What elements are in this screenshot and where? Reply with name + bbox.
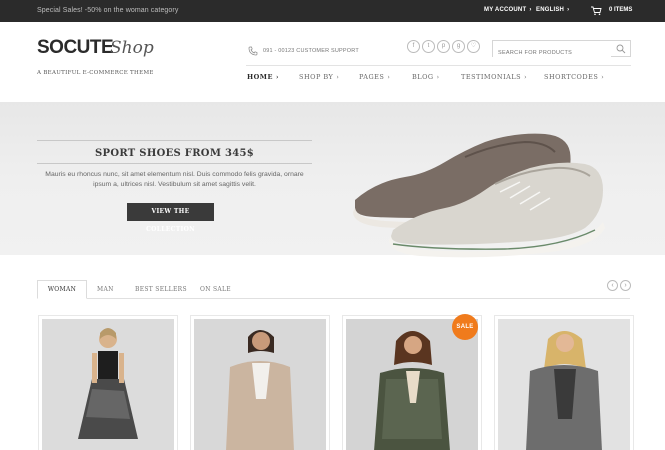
product-image[interactable] — [346, 319, 478, 450]
tab-man[interactable]: MAN — [97, 286, 114, 293]
tab-woman[interactable]: WOMAN — [37, 280, 87, 299]
cart-icon[interactable] — [590, 4, 602, 16]
phone-support: 091 - 00123 CUSTOMER SUPPORT — [263, 48, 359, 54]
nav-item-shop-by[interactable]: SHOP BY › — [299, 73, 339, 81]
hero-banner: SPORT SHOES FROM 345$ Mauris eu rhoncus … — [0, 102, 665, 258]
product-image[interactable] — [498, 319, 630, 450]
promo-text: Special Sales! -50% on the woman categor… — [37, 7, 179, 14]
tab-best-sellers[interactable]: BEST SELLERS — [135, 286, 187, 293]
chevron-right-icon: › — [436, 74, 440, 81]
hero-title: SPORT SHOES FROM 345$ — [94, 148, 255, 159]
sale-badge: SALE — [452, 314, 478, 340]
pinterest-icon[interactable]: p — [437, 40, 450, 53]
chevron-right-icon: › — [601, 74, 605, 81]
google-plus-icon[interactable]: g — [452, 40, 465, 53]
heart-icon[interactable]: ♡ — [467, 40, 480, 53]
next-arrow-icon[interactable]: › — [620, 280, 631, 291]
nav-item-home[interactable]: HOME › — [247, 73, 279, 81]
phone-icon — [248, 46, 258, 56]
tabs-divider — [37, 298, 630, 299]
hero-divider-top — [37, 140, 312, 141]
prev-arrow-icon[interactable]: ‹ — [607, 280, 618, 291]
hero-shoes-image[interactable] — [345, 122, 615, 262]
nav-divider — [246, 65, 631, 66]
tagline: A BEAUTIFUL E-COMMERCE THEME — [37, 70, 154, 76]
chevron-right-icon: › — [529, 7, 532, 13]
top-bar: Special Sales! -50% on the woman categor… — [0, 0, 665, 22]
logo-script[interactable]: Shop — [110, 38, 154, 58]
product-card[interactable] — [494, 315, 634, 450]
nav-item-blog[interactable]: BLOG › — [412, 73, 440, 81]
nav-item-testimonials[interactable]: TESTIMONIALS › — [461, 73, 527, 81]
product-card[interactable] — [190, 315, 330, 450]
chevron-right-icon: › — [524, 74, 528, 81]
product-card[interactable] — [38, 315, 178, 450]
hero-description: Mauris eu rhoncus nunc, sit amet element… — [37, 170, 312, 190]
my-account-link[interactable]: MY ACCOUNT › — [484, 7, 532, 13]
chevron-right-icon: › — [275, 74, 279, 81]
chevron-right-icon: › — [567, 7, 570, 13]
hero-divider-bottom — [37, 163, 312, 164]
search-box — [492, 40, 631, 61]
header: SOCUTE Shop A BEAUTIFUL E-COMMERCE THEME… — [0, 22, 665, 102]
search-icon[interactable] — [616, 44, 626, 54]
cart-count[interactable]: 0 ITEMS — [609, 7, 632, 13]
hero-text-line: Mauris eu rhoncus nunc, sit amet element… — [45, 171, 304, 178]
chevron-right-icon: › — [336, 74, 340, 81]
nav-item-pages[interactable]: PAGES › — [359, 73, 390, 81]
product-image[interactable] — [194, 319, 326, 450]
hero-text-line: ipsum a, ultrices nisl. Vestibulum sit a… — [93, 181, 256, 188]
search-input[interactable] — [493, 45, 611, 61]
view-collection-button[interactable]: VIEW THE COLLECTION — [127, 203, 214, 233]
twitter-icon[interactable]: t — [422, 40, 435, 53]
chevron-right-icon: › — [387, 74, 391, 81]
tab-on-sale[interactable]: ON SALE — [200, 286, 231, 293]
logo-main[interactable]: SOCUTE — [37, 37, 114, 59]
product-image[interactable] — [42, 319, 174, 450]
language-selector[interactable]: ENGLISH › — [536, 7, 569, 13]
facebook-icon[interactable]: f — [407, 40, 420, 53]
nav-item-shortcodes[interactable]: SHORTCODES › — [544, 73, 604, 81]
